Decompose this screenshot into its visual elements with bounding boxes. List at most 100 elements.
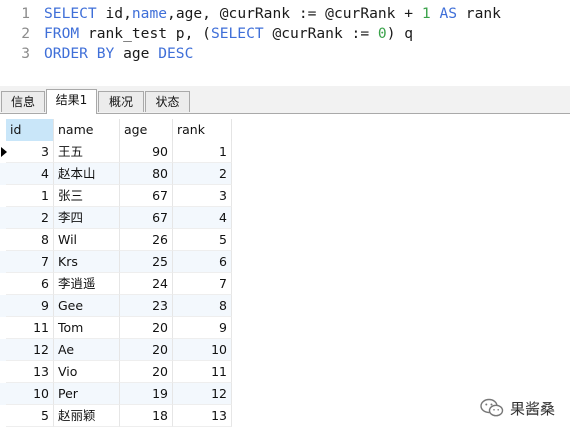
- cell-name[interactable]: 王五: [54, 141, 120, 163]
- cell-age[interactable]: 67: [120, 207, 173, 229]
- cell-id[interactable]: 6: [6, 273, 54, 295]
- cell-rank[interactable]: 6: [173, 251, 232, 273]
- cell-rank[interactable]: 9: [173, 317, 232, 339]
- cell-age[interactable]: 18: [120, 405, 173, 427]
- column-header-name[interactable]: name: [54, 119, 120, 141]
- cell-age[interactable]: 80: [120, 163, 173, 185]
- tab-profile[interactable]: 概况: [98, 91, 144, 112]
- sql-text: rank: [457, 5, 501, 22]
- table-row[interactable]: 3 王五 90 1: [0, 141, 232, 163]
- cell-id[interactable]: 9: [6, 295, 54, 317]
- table-row[interactable]: 12 Ae 20 10: [0, 339, 232, 361]
- cell-id[interactable]: 8: [6, 229, 54, 251]
- table-row[interactable]: 2 李四 67 4: [0, 207, 232, 229]
- cell-id[interactable]: 13: [6, 361, 54, 383]
- cell-rank[interactable]: 3: [173, 185, 232, 207]
- cell-age[interactable]: 25: [120, 251, 173, 273]
- table-row[interactable]: 1 张三 67 3: [0, 185, 232, 207]
- cell-rank[interactable]: 5: [173, 229, 232, 251]
- table-row[interactable]: 9 Gee 23 8: [0, 295, 232, 317]
- watermark-text: 果酱桑: [510, 399, 556, 418]
- cell-name[interactable]: Vio: [54, 361, 120, 383]
- cell-name[interactable]: 赵本山: [54, 163, 120, 185]
- cell-age[interactable]: 19: [120, 383, 173, 405]
- result-grid[interactable]: id name age rank 3 王五 90 1 4 赵本山 80 2 1 张三 67 3 2 李四 6…: [0, 114, 570, 434]
- cell-id[interactable]: 2: [6, 207, 54, 229]
- code-line[interactable]: 1 SELECT id,name,age, @curRank := @curRan…: [0, 4, 501, 24]
- watermark: 果酱桑: [480, 396, 555, 420]
- result-tabbar: 信息 结果1 概况 状态: [0, 86, 570, 114]
- line-number: 1: [21, 5, 30, 22]
- sql-text: ) q: [386, 25, 414, 42]
- table-row[interactable]: 10 Per 19 12: [0, 383, 232, 405]
- cell-name[interactable]: 李逍遥: [54, 273, 120, 295]
- sql-text: id,: [96, 5, 132, 22]
- tab-result1[interactable]: 结果1: [46, 89, 97, 114]
- cell-name[interactable]: Ae: [54, 339, 120, 361]
- cell-rank[interactable]: 7: [173, 273, 232, 295]
- cell-rank[interactable]: 12: [173, 383, 232, 405]
- sql-keyword: FROM: [44, 25, 80, 42]
- cell-rank[interactable]: 11: [173, 361, 232, 383]
- cell-rank[interactable]: 13: [173, 405, 232, 427]
- column-header-id[interactable]: id: [6, 119, 54, 141]
- cell-age[interactable]: 90: [120, 141, 173, 163]
- sql-keyword: AS: [439, 5, 458, 22]
- table-row[interactable]: 11 Tom 20 9: [0, 317, 232, 339]
- sql-keyword: DESC: [158, 45, 194, 62]
- sql-text: rank_test p, (: [79, 25, 211, 42]
- cell-age[interactable]: 23: [120, 295, 173, 317]
- code-line[interactable]: 3 ORDER BY age DESC: [0, 44, 193, 64]
- sql-keyword: name: [131, 5, 168, 22]
- cell-name[interactable]: Per: [54, 383, 120, 405]
- cell-name[interactable]: Krs: [54, 251, 120, 273]
- table-row[interactable]: 13 Vio 20 11: [0, 361, 232, 383]
- line-number: 3: [21, 45, 30, 62]
- sql-keyword: SELECT: [44, 5, 97, 22]
- cell-id[interactable]: 7: [6, 251, 54, 273]
- cell-age[interactable]: 67: [120, 185, 173, 207]
- table-row[interactable]: 4 赵本山 80 2: [0, 163, 232, 185]
- cell-rank[interactable]: 8: [173, 295, 232, 317]
- table-row[interactable]: 7 Krs 25 6: [0, 251, 232, 273]
- cell-name[interactable]: Gee: [54, 295, 120, 317]
- table-row[interactable]: 6 李逍遥 24 7: [0, 273, 232, 295]
- cell-age[interactable]: 20: [120, 317, 173, 339]
- cell-id[interactable]: 4: [6, 163, 54, 185]
- sql-number: 0: [377, 25, 387, 42]
- code-line[interactable]: 2 FROM rank_test p, (SELECT @curRank := 0…: [0, 24, 413, 44]
- sql-keyword: ORDER BY: [44, 45, 115, 62]
- cell-rank[interactable]: 1: [173, 141, 232, 163]
- cell-age[interactable]: 20: [120, 339, 173, 361]
- tab-info[interactable]: 信息: [1, 91, 45, 112]
- sql-text: ,age, @curRank := @curRank +: [167, 5, 422, 22]
- column-header-age[interactable]: age: [120, 119, 173, 141]
- sql-keyword: SELECT: [210, 25, 264, 42]
- cell-rank[interactable]: 2: [173, 163, 232, 185]
- cell-name[interactable]: Wil: [54, 229, 120, 251]
- cell-name[interactable]: 张三: [54, 185, 120, 207]
- sql-number: 1: [421, 5, 431, 22]
- cell-name[interactable]: Tom: [54, 317, 120, 339]
- sql-text: age: [114, 45, 159, 62]
- cell-name[interactable]: 李四: [54, 207, 120, 229]
- cell-rank[interactable]: 4: [173, 207, 232, 229]
- sql-text: @curRank :=: [263, 25, 378, 42]
- cell-age[interactable]: 20: [120, 361, 173, 383]
- cell-id[interactable]: 1: [6, 185, 54, 207]
- cell-id[interactable]: 5: [6, 405, 54, 427]
- column-header-rank[interactable]: rank: [173, 119, 232, 141]
- cell-rank[interactable]: 10: [173, 339, 232, 361]
- cell-id[interactable]: 12: [6, 339, 54, 361]
- tab-status[interactable]: 状态: [145, 91, 190, 112]
- table-row[interactable]: 5 赵丽颖 18 13: [0, 405, 232, 427]
- table-row[interactable]: 8 Wil 26 5: [0, 229, 232, 251]
- wechat-icon: [480, 398, 504, 417]
- cell-id[interactable]: 3: [6, 141, 54, 163]
- cell-id[interactable]: 11: [6, 317, 54, 339]
- cell-id[interactable]: 10: [6, 383, 54, 405]
- sql-editor[interactable]: 1 SELECT id,name,age, @curRank := @curRan…: [0, 0, 570, 84]
- cell-age[interactable]: 26: [120, 229, 173, 251]
- cell-age[interactable]: 24: [120, 273, 173, 295]
- cell-name[interactable]: 赵丽颖: [54, 405, 120, 427]
